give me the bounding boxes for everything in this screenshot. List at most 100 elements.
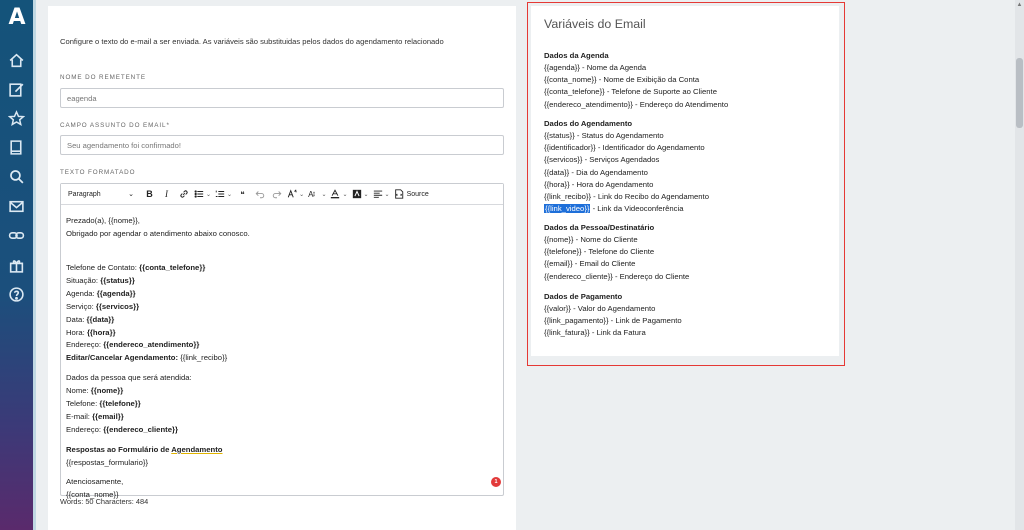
mail-icon[interactable]	[8, 198, 25, 215]
word-count: Words: 50 Characters: 484	[60, 497, 149, 506]
content-line: Hora: {{hora}}	[66, 328, 116, 337]
left-nav: A	[0, 0, 33, 530]
redo-icon	[272, 191, 281, 199]
variable-token: {{endereco_cliente}}	[103, 425, 178, 434]
chevron-down-icon: ⌄	[227, 191, 233, 198]
highlight-color-button[interactable]: ⌄	[352, 187, 369, 202]
content-line: Situação: {{status}}	[66, 276, 135, 285]
bulleted-list-button[interactable]: ⌄	[194, 187, 211, 202]
content-line: Endereço: {{endereco_cliente}}	[66, 425, 178, 434]
redo-button[interactable]	[270, 187, 283, 202]
font-size-button[interactable]: A ⌄	[308, 187, 326, 202]
source-button[interactable]: Source	[394, 187, 429, 202]
source-label: Source	[406, 190, 429, 198]
highlight-color-icon	[352, 189, 361, 199]
chevron-down-icon: ⌄	[342, 191, 348, 198]
link-icon	[179, 190, 188, 198]
link-button[interactable]	[177, 187, 190, 202]
quote-button[interactable]: ❝	[236, 187, 249, 202]
content-line: Obrigado por agendar o atendimento abaix…	[66, 229, 250, 238]
nav-divider	[33, 0, 36, 530]
book-icon[interactable]	[8, 139, 25, 156]
paragraph-select[interactable]: Paragraph ⌄	[65, 187, 137, 202]
help-icon[interactable]	[8, 286, 25, 303]
search-icon[interactable]	[8, 168, 25, 185]
edit-icon[interactable]	[8, 81, 25, 98]
undo-icon	[255, 191, 264, 199]
chevron-down-icon: ⌄	[128, 191, 134, 198]
content-line: E-mail: {{email}}	[66, 412, 124, 421]
content-line: Serviço: {{servicos}}	[66, 302, 139, 311]
content-label: E-mail:	[66, 412, 93, 421]
italic-button[interactable]: I	[160, 187, 173, 202]
undo-button[interactable]	[253, 187, 266, 202]
content-line: Data: {{data}}	[66, 315, 114, 324]
variable-token: {{servicos}}	[95, 302, 140, 311]
variable-token: {{nome}}	[90, 386, 124, 395]
content-line: Prezado(a), {{nome}},	[66, 216, 140, 225]
content-line: Telefone: {{telefone}}	[66, 399, 141, 408]
variable-token: {{link_recibo}}	[178, 353, 228, 362]
gift-icon[interactable]	[8, 257, 25, 274]
chevron-down-icon: ⌄	[363, 191, 369, 198]
home-icon[interactable]	[8, 52, 25, 69]
content-line: Endereço: {{endereco_atendimento}}	[66, 340, 199, 349]
sender-input[interactable]: eagenda	[60, 88, 504, 108]
brand-logo[interactable]: A	[6, 6, 28, 30]
font-color-button[interactable]: ⌄	[330, 187, 348, 202]
content-label: Editar/Cancelar Agendamento:	[66, 353, 179, 362]
paragraph-label: Paragraph	[68, 190, 101, 198]
rich-text-editor[interactable]: Paragraph ⌄ B I ⌄ ⌄ ❝ ⌄ A ⌄ ⌄ ⌄ ⌄ Source…	[60, 183, 504, 499]
variable-token: {{hora}}	[86, 328, 116, 337]
numbered-list-icon	[215, 190, 225, 197]
content-line: Respostas ao Formulário de Agendamento	[66, 445, 223, 454]
spellcheck-word: Agendamento	[171, 445, 223, 454]
variable-token: {{status}}	[100, 276, 135, 285]
content-line: Atenciosamente,	[66, 477, 124, 486]
email-editor-panel: Configure o texto do e-mail a ser enviad…	[48, 6, 516, 530]
content-line: Agenda: {{agenda}}	[66, 289, 136, 298]
variable-token: {{data}}	[86, 315, 115, 324]
align-button[interactable]: ⌄	[373, 187, 390, 202]
content-label: Endereço:	[66, 425, 104, 434]
link-icon[interactable]	[8, 227, 25, 244]
content-label: Agenda:	[66, 289, 97, 298]
notification-badge[interactable]: 1	[491, 477, 501, 487]
content-label: Situação:	[66, 276, 101, 285]
content-line: Telefone de Contato: {{conta_telefone}}	[66, 263, 205, 272]
scrollbar-thumb[interactable]	[1016, 58, 1023, 128]
highlight-outline	[527, 2, 845, 366]
content-line: Nome: {{nome}}	[66, 386, 123, 395]
align-left-icon	[373, 190, 382, 198]
content-label: Serviço:	[66, 302, 96, 311]
subject-input[interactable]: Seu agendamento foi confirmado!	[60, 135, 504, 155]
numbered-list-button[interactable]: ⌄	[215, 187, 232, 202]
scroll-up-icon[interactable]: ▲	[1016, 2, 1023, 8]
content-label: Telefone de Contato:	[66, 263, 140, 272]
variable-token: {{email}}	[92, 412, 124, 421]
page-scrollbar[interactable]: ▲	[1015, 0, 1024, 530]
variable-token: {{conta_telefone}}	[139, 263, 206, 272]
content-label: Data:	[66, 315, 87, 324]
text-style-button[interactable]: ⌄	[287, 187, 304, 202]
variable-token: {{endereco_atendimento}}	[103, 340, 200, 349]
variable-token: {{telefone}}	[99, 399, 141, 408]
content-label: Endereço:	[66, 340, 104, 349]
content-line: {{respostas_formulario}}	[66, 458, 149, 467]
intro-text: Configure o texto do e-mail a ser enviad…	[60, 37, 444, 46]
sender-label: NOME DO REMETENTE	[60, 74, 146, 81]
content-line: Dados da pessoa que será atendida:	[66, 373, 192, 382]
source-icon	[394, 189, 403, 199]
content-label: Hora:	[66, 328, 87, 337]
content-line: Editar/Cancelar Agendamento: {{link_reci…	[66, 353, 227, 362]
chevron-down-icon: ⌄	[206, 191, 212, 198]
chevron-down-icon: ⌄	[384, 191, 390, 198]
bold-button[interactable]: B	[143, 187, 156, 202]
star-icon[interactable]	[8, 110, 25, 127]
chevron-down-icon: ⌄	[299, 191, 305, 198]
variable-token: {{agenda}}	[96, 289, 136, 298]
font-size-icon	[313, 191, 316, 197]
bulleted-list-icon	[194, 190, 204, 198]
body-label: TEXTO FORMATADO	[60, 169, 136, 176]
content-label: Telefone:	[66, 399, 100, 408]
